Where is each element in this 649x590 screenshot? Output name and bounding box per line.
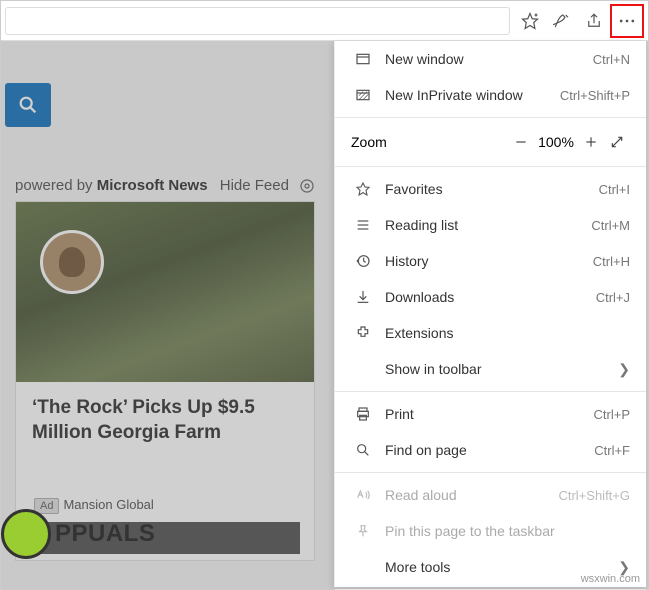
favorites-star-icon[interactable] (514, 5, 546, 37)
extensions-icon (351, 325, 375, 341)
menu-pin-taskbar: Pin this page to the taskbar (335, 513, 646, 549)
browser-toolbar (1, 1, 648, 41)
download-icon (351, 289, 375, 305)
menu-extensions[interactable]: Extensions (335, 315, 646, 351)
powered-by-label: powered by (15, 177, 97, 194)
more-icon[interactable] (610, 4, 644, 38)
menu-print[interactable]: Print Ctrl+P (335, 396, 646, 432)
address-bar[interactable] (5, 7, 510, 35)
fullscreen-button[interactable] (604, 129, 630, 155)
settings-menu: New window Ctrl+N New InPrivate window C… (334, 41, 646, 587)
history-icon (351, 253, 375, 269)
search-button[interactable] (5, 83, 51, 127)
menu-new-inprivate[interactable]: New InPrivate window Ctrl+Shift+P (335, 77, 646, 113)
menu-show-in-toolbar[interactable]: Show in toolbar ❯ (335, 351, 646, 387)
menu-reading-list[interactable]: Reading list Ctrl+M (335, 207, 646, 243)
notes-icon[interactable] (546, 5, 578, 37)
news-headline: ‘The Rock’ Picks Up $9.5 Million Georgia… (16, 382, 314, 459)
search-icon (351, 442, 375, 458)
news-card[interactable]: ‘The Rock’ Picks Up $9.5 Million Georgia… (15, 201, 315, 561)
zoom-in-button[interactable] (578, 129, 604, 155)
settings-cog-icon[interactable] (299, 178, 315, 194)
menu-find-on-page[interactable]: Find on page Ctrl+F (335, 432, 646, 468)
menu-history[interactable]: History Ctrl+H (335, 243, 646, 279)
zoom-out-button[interactable] (508, 129, 534, 155)
avatar (40, 230, 104, 294)
zoom-label: Zoom (351, 134, 508, 150)
read-aloud-icon (351, 487, 375, 503)
watermark-logo: PPUALS (1, 509, 155, 559)
menu-favorites[interactable]: Favorites Ctrl+I (335, 171, 646, 207)
reading-list-icon (351, 217, 375, 233)
menu-new-window[interactable]: New window Ctrl+N (335, 41, 646, 77)
hide-feed-link[interactable]: Hide Feed (220, 177, 289, 194)
share-icon[interactable] (578, 5, 610, 37)
inprivate-icon (351, 87, 375, 103)
chevron-right-icon: ❯ (612, 361, 630, 378)
news-card-image (16, 202, 314, 382)
source-watermark: wsxwin.com (581, 573, 640, 585)
menu-zoom: Zoom 100% (335, 122, 646, 162)
print-icon (351, 406, 375, 422)
menu-downloads[interactable]: Downloads Ctrl+J (335, 279, 646, 315)
menu-read-aloud: Read aloud Ctrl+Shift+G (335, 477, 646, 513)
pin-icon (351, 523, 375, 539)
star-icon (351, 181, 375, 197)
window-icon (351, 51, 375, 67)
powered-by-brand: Microsoft News (97, 177, 208, 194)
zoom-percent: 100% (534, 134, 578, 150)
